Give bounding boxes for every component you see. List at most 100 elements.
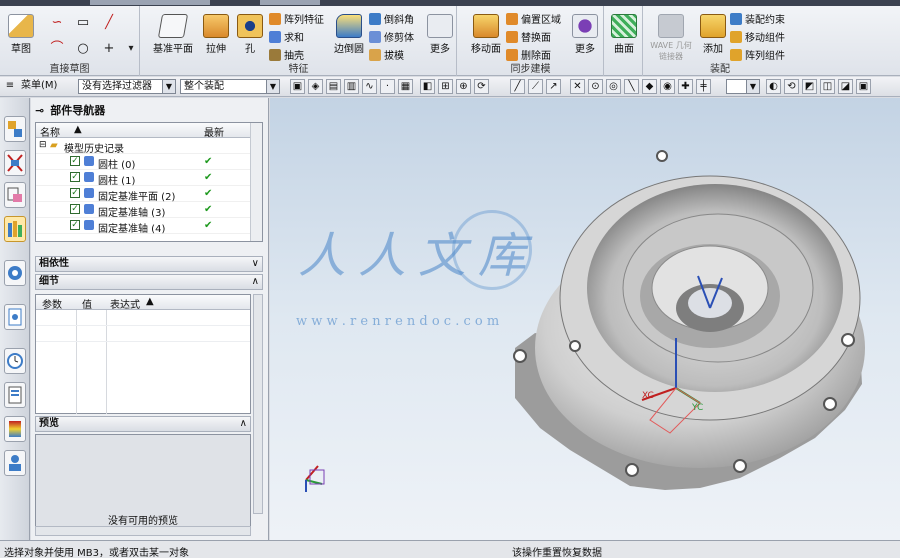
snap-existing-icon[interactable]: ╪ (696, 79, 711, 94)
more-sketch-icon[interactable]: ▾ (122, 40, 140, 58)
line-icon[interactable]: ╱ (100, 14, 118, 32)
assembly-navigator-tab[interactable] (4, 116, 26, 142)
assembly-constraints-button[interactable]: 装配约束 (730, 10, 785, 27)
snap-midpoint-icon[interactable]: ⟋ (528, 79, 543, 94)
offset-region-button[interactable]: 偏置区域 (506, 10, 561, 27)
move-component-button[interactable]: 移动组件 (730, 28, 785, 45)
sketch-icon (8, 14, 34, 38)
scope-dropdown[interactable]: 整个装配 ▼ (180, 79, 280, 94)
more-sync-button[interactable]: 更多 (568, 10, 602, 62)
reuse-library-tab[interactable] (4, 216, 26, 242)
column-param[interactable]: 参数 (42, 296, 62, 311)
display-icon[interactable]: ◫ (820, 79, 835, 94)
preview-hscrollbar[interactable] (35, 526, 251, 536)
column-latest[interactable]: 最新 (204, 124, 224, 139)
snap-arc-center-icon[interactable]: ◉ (660, 79, 675, 94)
details-scrollbar[interactable] (253, 294, 263, 514)
extrude-button[interactable]: 拉伸 (199, 10, 233, 62)
menu-button[interactable]: 菜单(M) (18, 79, 74, 94)
wave-geometry-button[interactable]: WAVE 几何链接器 (648, 10, 694, 62)
visibility-checkbox[interactable]: ✓ (70, 220, 80, 230)
more-feature-button[interactable]: 更多 (423, 10, 457, 62)
visibility-checkbox[interactable]: ✓ (70, 188, 80, 198)
column-value[interactable]: 值 (82, 296, 92, 311)
type-filter-dropdown[interactable]: 没有选择过滤器 ▼ (78, 79, 176, 94)
rectangle-icon[interactable]: ▭ (74, 14, 92, 32)
constraint-navigator-tab[interactable] (4, 150, 26, 176)
dependencies-section[interactable]: 相依性 ∨ (35, 256, 263, 272)
unite-button[interactable]: 求和 (269, 28, 304, 45)
visibility-checkbox[interactable]: ✓ (70, 156, 80, 166)
render-style-icon[interactable]: ◐ (766, 79, 781, 94)
layer-dropdown[interactable]: ▼ (726, 79, 760, 94)
select-face-icon[interactable]: ▤ (326, 79, 341, 94)
snap-endpoint-icon[interactable]: ╱ (510, 79, 525, 94)
resource-bar-scroll[interactable] (4, 488, 26, 508)
zoom-icon[interactable]: ⊕ (456, 79, 471, 94)
show-icon[interactable]: ▣ (856, 79, 871, 94)
pattern-feature-button[interactable]: 阵列特征 (269, 10, 324, 27)
visibility-checkbox[interactable]: ✓ (70, 172, 80, 182)
roles-tab[interactable] (4, 450, 26, 476)
web-browser-tab[interactable] (4, 260, 26, 286)
collapse-toggle-icon[interactable]: ⊟ (39, 140, 47, 150)
system-materials-tab[interactable] (4, 382, 26, 408)
feature-tree-scrollbar[interactable] (250, 123, 262, 241)
chamfer-button[interactable]: 倒斜角 (369, 10, 414, 27)
select-feature-icon[interactable]: ▦ (398, 79, 413, 94)
graphics-viewport[interactable]: XC YC 人人文库 w w w . r e n r e n d o c . c… (270, 98, 900, 540)
select-edge-icon[interactable]: ▥ (344, 79, 359, 94)
snap-on-curve-icon[interactable]: ╲ (624, 79, 639, 94)
menu-icon[interactable]: ≡ (3, 79, 17, 94)
replace-face-button[interactable]: 替换面 (506, 28, 551, 45)
chamfer-icon (369, 12, 381, 25)
preview-section[interactable]: 预览 ∧ (35, 416, 251, 432)
select-body-icon[interactable]: ◈ (308, 79, 323, 94)
view-cube-icon[interactable]: ◧ (420, 79, 435, 94)
feature-tree-row[interactable]: ⊟ ▰ 模型历史记录 (36, 138, 262, 155)
select-point-icon[interactable]: · (380, 79, 395, 94)
visibility-checkbox[interactable]: ✓ (70, 204, 80, 214)
select-filter-icon[interactable]: ▣ (290, 79, 305, 94)
expand-icon: ∨ (251, 258, 259, 269)
pin-icon[interactable]: ⊸ (35, 104, 44, 117)
snap-on-face-icon[interactable]: ◆ (642, 79, 657, 94)
column-name[interactable]: 名称 (40, 124, 60, 139)
datum-plane-button[interactable]: 基准平面 (151, 10, 195, 62)
snap-intersection-icon[interactable]: ✕ (570, 79, 585, 94)
orient-icon[interactable]: ⟲ (784, 79, 799, 94)
snap-point-icon[interactable]: ✚ (678, 79, 693, 94)
circle-icon[interactable]: ○ (74, 40, 92, 58)
select-curve-icon[interactable]: ∿ (362, 79, 377, 94)
snap-quadrant-icon[interactable]: ◎ (606, 79, 621, 94)
rotate-icon[interactable]: ⟳ (474, 79, 489, 94)
svg-text:YC: YC (691, 403, 703, 413)
feature-tree-row[interactable]: ✓ 固定基准轴 (4) ✔ (36, 218, 262, 235)
snap-center-icon[interactable]: ⊙ (588, 79, 603, 94)
details-section[interactable]: 细节 ∧ (35, 274, 263, 290)
snap-control-icon[interactable]: ↗ (546, 79, 561, 94)
section-icon[interactable]: ◩ (802, 79, 817, 94)
move-face-button[interactable]: 移动面 (466, 10, 506, 62)
part-navigator-tab[interactable] (4, 182, 26, 208)
feature-tree-row[interactable]: ✓ 圆柱 (0) ✔ (36, 154, 262, 171)
assembly-constraints-icon (730, 12, 742, 25)
feature-tree-row[interactable]: ✓ 圆柱 (1) ✔ (36, 170, 262, 187)
feature-tree-row[interactable]: ✓ 固定基准轴 (3) ✔ (36, 202, 262, 219)
arc-icon[interactable]: ⌒ (48, 40, 66, 58)
palette-tab[interactable] (4, 416, 26, 442)
feature-tree-row[interactable]: ✓ 固定基准平面 (2) ✔ (36, 186, 262, 203)
hole-button[interactable]: 孔 (233, 10, 267, 62)
edge-blend-button[interactable]: 边倒圆 (329, 10, 369, 62)
history-tab[interactable] (4, 304, 26, 330)
sketch-button[interactable]: 草图 (4, 10, 38, 62)
add-component-button[interactable]: 添加 (696, 10, 730, 62)
surface-button[interactable]: 曲面 (607, 10, 641, 62)
fit-icon[interactable]: ⊞ (438, 79, 453, 94)
clock-tab[interactable] (4, 348, 26, 374)
arc-curve-icon[interactable]: ∽ (48, 14, 66, 32)
column-expression[interactable]: 表达式 (110, 296, 140, 311)
trim-body-button[interactable]: 修剪体 (369, 28, 414, 45)
point-icon[interactable]: + (100, 40, 118, 58)
hide-icon[interactable]: ◪ (838, 79, 853, 94)
